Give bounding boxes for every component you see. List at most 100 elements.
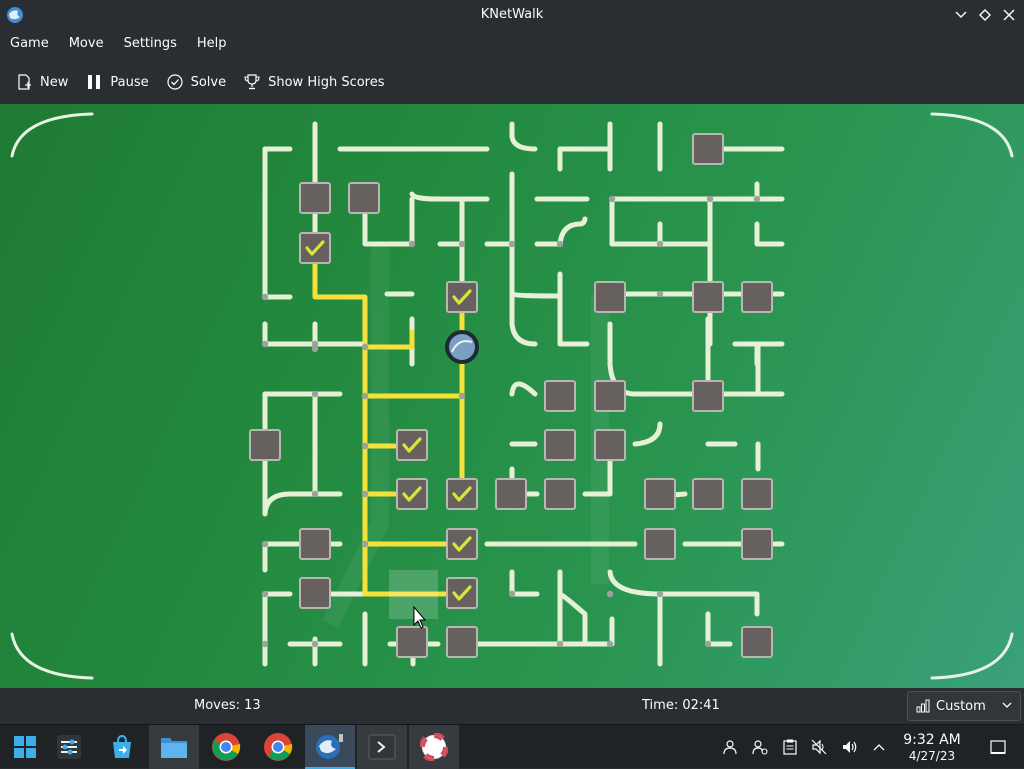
cable-joint [361, 442, 369, 450]
terminal-disconnected[interactable] [446, 626, 478, 658]
terminal-disconnected[interactable] [495, 478, 527, 510]
new-document-icon [18, 74, 31, 90]
menu-bar: Game Move Settings Help [0, 30, 1024, 58]
cable-joint [556, 640, 564, 648]
terminal-disconnected[interactable] [741, 626, 773, 658]
terminal-disconnected[interactable] [299, 577, 331, 609]
user-switch-icon[interactable] [750, 737, 770, 757]
cable-segment [632, 421, 663, 447]
terminal-disconnected[interactable] [594, 429, 626, 461]
menu-game[interactable]: Game [0, 30, 59, 58]
close-icon[interactable] [1000, 6, 1018, 24]
cable-joint [706, 195, 714, 203]
terminal-disconnected[interactable] [741, 528, 773, 560]
terminal-disconnected[interactable] [544, 380, 576, 412]
terminal-disconnected[interactable] [692, 380, 724, 412]
terminal-connected[interactable] [446, 281, 478, 313]
cable-joint [556, 240, 564, 248]
cable-segment [509, 171, 538, 347]
terminal-disconnected[interactable] [741, 281, 773, 313]
cable-joint [311, 340, 319, 348]
terminal-disconnected[interactable] [741, 478, 773, 510]
cable-joint [261, 293, 269, 301]
chrome-icon[interactable] [253, 725, 303, 769]
chevron-up-icon[interactable] [869, 737, 889, 757]
terminal-connected[interactable] [446, 577, 478, 609]
difficulty-bars-icon [916, 699, 930, 713]
terminal-disconnected[interactable] [692, 478, 724, 510]
checkmark-circle-icon [166, 74, 183, 90]
terminal-connected[interactable] [396, 478, 428, 510]
new-label: New [40, 74, 69, 90]
help-center-icon[interactable] [409, 725, 459, 769]
terminal-connected[interactable] [396, 429, 428, 461]
show-high-scores-button[interactable]: Show High Scores [236, 66, 394, 98]
terminal-disconnected[interactable] [692, 133, 724, 165]
difficulty-select[interactable]: Custom [907, 691, 1021, 721]
taskbar: 9:32 AM 4/27/23 [0, 724, 1024, 769]
terminal-disconnected[interactable] [396, 626, 428, 658]
maximize-icon[interactable] [976, 6, 994, 24]
terminal-disconnected[interactable] [544, 429, 576, 461]
terminal-disconnected[interactable] [299, 182, 331, 214]
cable-segment [557, 121, 613, 152]
cable-joint [656, 590, 664, 598]
cable-joint [606, 590, 614, 598]
terminal-disconnected[interactable] [249, 429, 281, 461]
terminal-disconnected[interactable] [644, 528, 676, 560]
cable-joint [704, 640, 712, 648]
knetwalk-icon[interactable] [305, 725, 355, 769]
new-game-button[interactable]: New [8, 66, 78, 98]
cable-joint [311, 490, 319, 498]
show-desktop-icon[interactable] [988, 737, 1008, 757]
terminal-disconnected[interactable] [299, 528, 331, 560]
app-launcher-icon[interactable] [0, 725, 50, 769]
cable-joint [656, 290, 664, 298]
terminal-disconnected[interactable] [594, 281, 626, 313]
cable-joint [753, 195, 761, 203]
menu-move[interactable]: Move [59, 30, 114, 58]
cable-joint [458, 392, 466, 400]
cable-joint [508, 240, 516, 248]
cable-joint [606, 640, 614, 648]
game-board[interactable] [0, 104, 1024, 688]
terminal-connected[interactable] [446, 528, 478, 560]
trophy-icon [244, 74, 260, 90]
clock[interactable]: 9:32 AM 4/27/23 [896, 731, 968, 763]
menu-settings[interactable]: Settings [114, 30, 187, 58]
terminal-disconnected[interactable] [594, 380, 626, 412]
cable-segment [409, 191, 440, 202]
chrome-icon[interactable] [201, 725, 251, 769]
audio-muted-icon[interactable] [809, 737, 829, 757]
terminal-disconnected[interactable] [644, 478, 676, 510]
clipboard-icon[interactable] [780, 737, 800, 757]
terminal-disconnected[interactable] [544, 478, 576, 510]
terminal-connected[interactable] [446, 478, 478, 510]
cable-joint [361, 540, 369, 548]
menu-help[interactable]: Help [187, 30, 237, 58]
cable-joint [311, 390, 319, 398]
terminal-connected[interactable] [299, 232, 331, 264]
konsole-icon[interactable] [357, 725, 407, 769]
window-title: KNetWalk [480, 7, 544, 22]
file-manager-icon[interactable] [149, 725, 199, 769]
user-icon[interactable] [720, 737, 740, 757]
cable-segment [657, 221, 713, 247]
cable-segment [509, 569, 540, 597]
terminal-disconnected[interactable] [348, 182, 380, 214]
chevron-down-icon [1002, 702, 1012, 708]
volume-icon[interactable] [840, 737, 860, 757]
solve-button[interactable]: Solve [159, 66, 237, 98]
cable-joint [656, 240, 664, 248]
title-bar: KNetWalk [0, 0, 1024, 30]
discover-store-icon[interactable] [97, 725, 147, 769]
cable-segment [607, 569, 760, 617]
cable-segment [509, 271, 563, 299]
pause-button[interactable]: Pause [78, 66, 158, 98]
server-node[interactable] [445, 330, 479, 364]
cable-joint [261, 340, 269, 348]
minimize-icon[interactable] [952, 6, 970, 24]
toolbar: New Pause Solve Show High Scores [0, 62, 1024, 102]
system-settings-icon[interactable] [44, 725, 94, 769]
terminal-disconnected[interactable] [692, 281, 724, 313]
